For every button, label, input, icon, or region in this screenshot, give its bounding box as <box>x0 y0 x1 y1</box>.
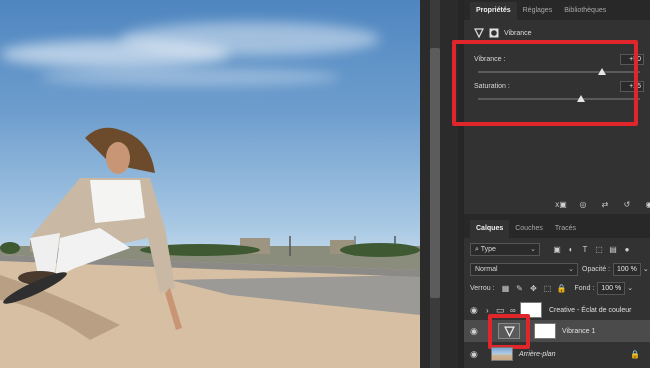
visibility-eye-icon[interactable]: ◉ <box>470 349 478 360</box>
layer-name[interactable]: Vibrance 1 <box>562 328 595 335</box>
layer-filter-row: ⌕ Type ⌄ ▣ ◐ T ⬚ ▤ ● <box>470 242 634 256</box>
visibility-eye-icon[interactable]: ◉ <box>642 200 650 209</box>
layer-row[interactable]: ◉ › ▭ ∞ Creative - Éclat de couleur <box>464 300 650 320</box>
tab-layers[interactable]: Calques <box>470 220 510 238</box>
layer-name[interactable]: Arrière-plan <box>519 351 556 358</box>
filter-type-label: Type <box>480 245 496 253</box>
lock-position-icon[interactable]: ✥ <box>527 284 541 293</box>
canvas-scrollbar-area <box>420 0 464 368</box>
vibrance-label: Vibrance : <box>474 56 506 63</box>
layer-row[interactable]: ◉ Arrière-plan 🔒 <box>464 344 650 364</box>
lock-fill-row: Verrou : ▦ ✎ ✥ ⬚ 🔒 Fond : 100 % ⌄ <box>470 281 633 295</box>
saturation-value-field[interactable]: +25 <box>620 81 644 92</box>
visibility-eye-icon[interactable]: ◉ <box>470 305 478 316</box>
properties-title: Vibrance <box>504 29 532 37</box>
chevron-down-icon: ⌄ <box>530 245 536 253</box>
reset-icon[interactable]: ↺ <box>620 200 634 209</box>
layers-tabbar: Calques Couches Tracés <box>464 218 650 238</box>
lock-artboard-icon[interactable]: ⬚ <box>541 284 555 293</box>
fill-field[interactable]: 100 % <box>597 281 626 295</box>
properties-header: Vibrance <box>474 26 532 40</box>
vibrance-triangle-icon <box>503 325 515 337</box>
vibrance-slider[interactable]: Vibrance : +50 <box>474 54 644 86</box>
opacity-chevron-icon[interactable]: ⌄ <box>643 265 649 273</box>
layer-mask-thumbnail[interactable] <box>534 323 556 339</box>
swap-icon[interactable]: ⇄ <box>598 200 612 209</box>
layer-filter-dropdown[interactable]: ⌕ Type ⌄ <box>470 242 540 256</box>
folder-icon: ▭ <box>496 304 505 315</box>
clip-to-layer-icon[interactable]: x▣ <box>554 200 568 209</box>
lock-transparent-icon[interactable]: ▦ <box>499 284 513 293</box>
saturation-knob[interactable] <box>577 95 585 102</box>
opacity-field[interactable]: 100 % <box>613 262 641 276</box>
shape-filter-icon[interactable]: ⬚ <box>592 245 606 254</box>
properties-and-layers-panel: Propriétés Réglages Bibliothèques Vibran… <box>452 0 650 368</box>
tab-paths[interactable]: Tracés <box>549 220 582 238</box>
saturation-label: Saturation : <box>474 83 510 90</box>
visibility-eye-icon[interactable]: ◉ <box>470 326 478 337</box>
vertical-scrollbar-thumb[interactable] <box>430 48 440 298</box>
filter-toggle-icon[interactable]: ● <box>620 245 634 254</box>
view-previous-state-icon[interactable]: ◎ <box>576 200 590 209</box>
blend-opacity-row: Normal ⌄ Opacité : 100 % ⌄ <box>470 262 649 276</box>
link-icon[interactable]: ∞ <box>510 306 516 315</box>
pixel-filter-icon[interactable]: ▣ <box>550 245 564 254</box>
layer-mask-icon[interactable] <box>489 28 499 38</box>
adjustment-layer-thumbnail[interactable] <box>498 323 520 339</box>
vibrance-value-field[interactable]: +50 <box>620 54 644 65</box>
fill-label: Fond : <box>574 284 595 292</box>
expand-arrow-icon[interactable]: › <box>486 306 489 315</box>
vibrance-knob[interactable] <box>598 68 606 75</box>
vibrance-track[interactable] <box>478 71 640 73</box>
blend-mode-value: Normal <box>475 265 498 273</box>
fill-chevron-icon[interactable]: ⌄ <box>627 284 633 292</box>
saturation-slider[interactable]: Saturation : +25 <box>474 81 644 113</box>
tab-properties[interactable]: Propriétés <box>470 2 517 20</box>
tab-adjustments[interactable]: Réglages <box>517 2 559 20</box>
document-canvas[interactable] <box>0 0 420 368</box>
tab-channels[interactable]: Couches <box>509 220 549 238</box>
smart-object-filter-icon[interactable]: ▤ <box>606 245 620 254</box>
cloud <box>120 22 380 56</box>
tab-libraries[interactable]: Bibliothèques <box>558 2 612 20</box>
lock-icon: 🔒 <box>630 349 640 359</box>
opacity-label: Opacité : <box>582 265 611 273</box>
properties-toolbar: x▣ ◎ ⇄ ↺ ◉ 🗑 <box>554 200 650 209</box>
blend-mode-dropdown[interactable]: Normal ⌄ <box>470 262 578 276</box>
layer-row-selected[interactable]: ◉ Vibrance 1 <box>464 320 650 342</box>
skater-figure <box>3 127 182 330</box>
adjustment-filter-icon[interactable]: ◐ <box>564 245 578 254</box>
lock-label: Verrou : <box>470 284 495 292</box>
image-thumbnail[interactable] <box>491 347 513 361</box>
layer-mask-thumbnail[interactable] <box>520 302 542 318</box>
cloud <box>40 68 340 86</box>
lock-all-icon[interactable]: 🔒 <box>555 284 569 293</box>
layer-name[interactable]: Creative - Éclat de couleur <box>549 307 631 314</box>
text-filter-icon[interactable]: T <box>578 245 592 254</box>
lock-pixels-icon[interactable]: ✎ <box>513 284 527 293</box>
adjustment-triangle-icon <box>474 28 484 38</box>
chevron-down-icon: ⌄ <box>568 265 574 273</box>
properties-tabbar: Propriétés Réglages Bibliothèques <box>464 0 650 20</box>
saturation-track[interactable] <box>478 98 640 100</box>
